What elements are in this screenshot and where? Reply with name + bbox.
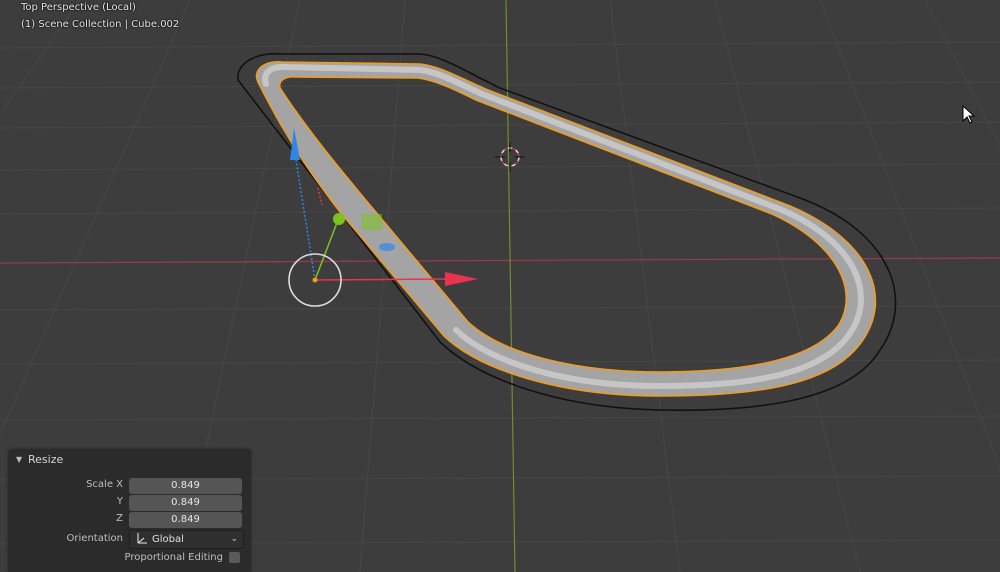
y-axis-line xyxy=(505,0,516,572)
orientation-label: Orientation xyxy=(66,533,123,544)
orientation-value: Global xyxy=(152,534,184,545)
mouse-pointer-icon xyxy=(962,104,976,124)
scale-z-field[interactable]: 0.849 xyxy=(129,512,242,528)
scale-y-label: Y xyxy=(116,496,123,507)
orientation-global-icon xyxy=(137,533,147,544)
viewport-title: Top Perspective (Local) xyxy=(21,2,136,13)
gizmo-x-arrow[interactable] xyxy=(445,272,478,286)
proportional-editing-label: Proportional Editing xyxy=(124,552,223,563)
chevron-down-icon: ⌄ xyxy=(230,534,238,544)
gizmo-y-handle[interactable] xyxy=(333,213,345,225)
scale-y-field[interactable]: 0.849 xyxy=(129,495,242,511)
orientation-dropdown[interactable]: Global ⌄ xyxy=(129,530,244,549)
viewport-collection-info: (1) Scene Collection | Cube.002 xyxy=(21,19,180,30)
resize-panel-header[interactable]: ▼ Resize xyxy=(8,449,251,471)
panel-title: Resize xyxy=(28,453,64,466)
resize-operator-panel: ▼ Resize Scale X 0.849 Y 0.849 Z 0.849 O… xyxy=(8,449,251,572)
gizmo-plane-handle[interactable] xyxy=(362,214,382,230)
scale-x-label: Scale X xyxy=(86,479,123,490)
scale-x-field[interactable]: 0.849 xyxy=(129,478,242,494)
disclosure-triangle-icon[interactable]: ▼ xyxy=(16,455,22,464)
proportional-editing-checkbox[interactable] xyxy=(229,552,240,563)
scale-z-label: Z xyxy=(116,513,123,524)
gizmo-z-plane-handle[interactable] xyxy=(379,243,395,251)
object-origin xyxy=(312,277,318,283)
3d-viewport[interactable]: Top Perspective (Local) (1) Scene Collec… xyxy=(0,0,1000,572)
